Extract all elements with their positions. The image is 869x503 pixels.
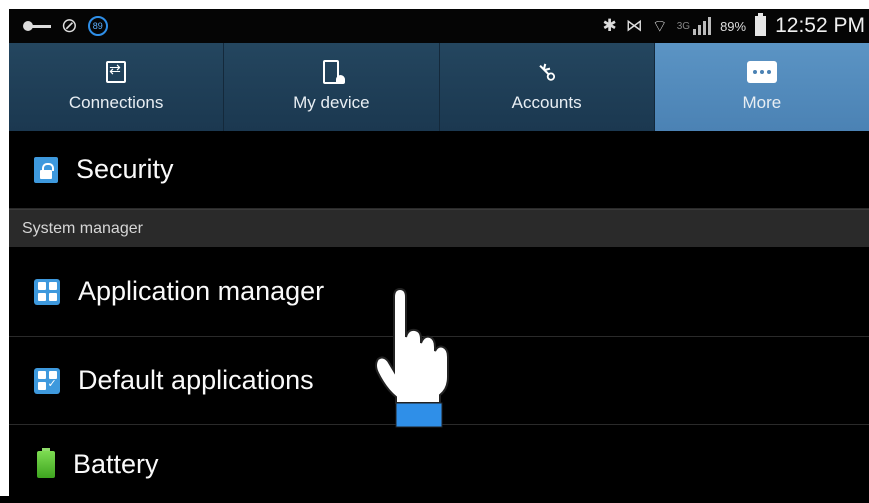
list-item-label: Battery: [73, 449, 159, 480]
list-item-security[interactable]: Security: [9, 131, 869, 209]
tab-my-device[interactable]: My device: [224, 43, 439, 131]
tab-label: More: [743, 93, 782, 113]
my-device-icon: [323, 60, 339, 84]
wifi-icon: ⌔: [652, 16, 668, 37]
tab-icon-wrap: [106, 57, 126, 87]
battery-status-icon: [755, 16, 766, 36]
tab-label: Accounts: [512, 93, 582, 113]
tab-connections[interactable]: Connections: [9, 43, 224, 131]
mute-icon: ⋈: [626, 16, 643, 36]
sync-off-icon: ⊘: [61, 16, 78, 36]
list-item-label: Security: [76, 154, 174, 185]
frame-top-border: [0, 0, 869, 9]
tab-label: Connections: [69, 93, 164, 113]
settings-tab-bar: Connections My device ⚷ Accounts More: [9, 43, 869, 131]
lock-icon: [34, 157, 58, 183]
status-bar: ⊘ 89 ✱ ⋈ ⌔ 3G 89% 12:52 PM: [9, 9, 869, 43]
clock: 12:52 PM: [775, 14, 865, 38]
signal-strength-icon: [693, 17, 711, 35]
list-item-label: Default applications: [78, 365, 314, 396]
list-item-label: Application manager: [78, 276, 324, 307]
frame-left-border: [0, 0, 9, 496]
section-header-system-manager: System manager: [9, 209, 869, 247]
status-left-icons: ⊘ 89: [9, 16, 108, 36]
tab-icon-wrap: ⚷: [538, 57, 556, 87]
battery-icon: [37, 451, 55, 478]
tab-more[interactable]: More: [655, 43, 869, 131]
bluetooth-icon: ✱: [603, 16, 617, 36]
network-type-label: 3G: [677, 21, 690, 32]
connections-icon: [106, 61, 126, 83]
notification-badge-icon: 89: [88, 16, 108, 36]
vpn-key-icon: [23, 21, 51, 31]
application-manager-icon: [34, 279, 60, 305]
more-icon: [747, 61, 777, 83]
tab-icon-wrap: [747, 57, 777, 87]
tab-accounts[interactable]: ⚷ Accounts: [440, 43, 655, 131]
pointing-hand-icon: [372, 285, 452, 430]
key-icon: ⚷: [530, 56, 563, 89]
section-header-label: System manager: [22, 220, 143, 238]
tab-icon-wrap: [323, 57, 339, 87]
status-right-icons: ✱ ⋈ ⌔ 3G 89% 12:52 PM: [603, 14, 869, 38]
battery-percent: 89%: [720, 19, 746, 34]
tab-label: My device: [293, 93, 370, 113]
default-applications-icon: [34, 368, 60, 394]
list-item-battery[interactable]: Battery: [9, 425, 869, 503]
